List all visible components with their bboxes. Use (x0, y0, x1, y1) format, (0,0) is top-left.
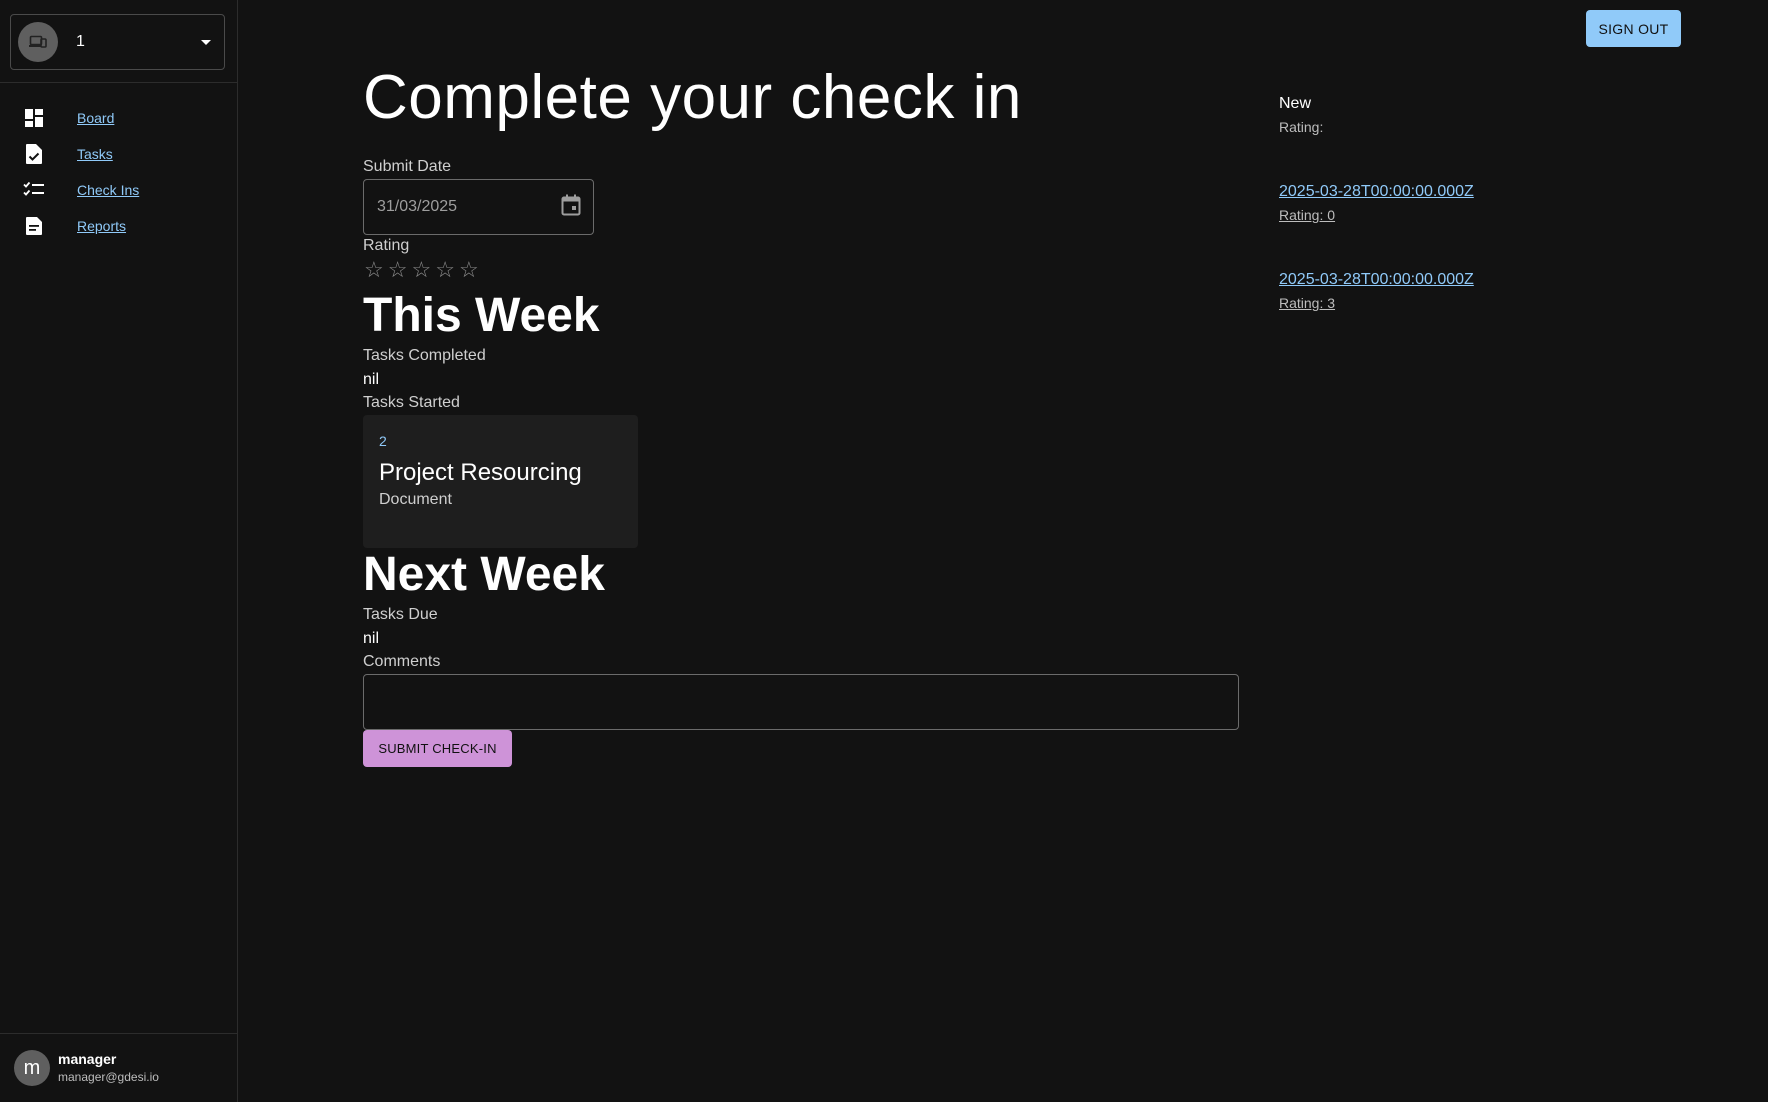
this-week-title: This Week (363, 289, 600, 342)
sidebar-item-check-ins[interactable]: Check Ins (0, 172, 237, 208)
task-id[interactable]: 2 (379, 433, 387, 449)
app-root: 1 Board Tasks Check Ins Reports m manage… (0, 0, 1768, 1102)
page-title: Complete your check in (363, 63, 1022, 132)
submit-date-value: 31/03/2025 (377, 198, 458, 215)
star-icon[interactable]: ☆ (411, 258, 431, 282)
star-icon[interactable]: ☆ (435, 258, 455, 282)
task-type: Document (379, 491, 452, 508)
history-entry-link[interactable]: 2025-03-28T00:00:00.000Z (1279, 271, 1474, 289)
rating-label: Rating (363, 237, 410, 254)
calendar-icon[interactable] (561, 194, 581, 221)
sidebar-nav: Board Tasks Check Ins Reports (0, 100, 237, 244)
sidebar-item-board[interactable]: Board (0, 100, 237, 136)
tasks-due-value: nil (363, 630, 380, 647)
star-icon[interactable]: ☆ (364, 258, 384, 282)
workspace-select[interactable]: 1 (10, 14, 225, 70)
submit-date-input[interactable]: 31/03/2025 (363, 179, 594, 235)
comments-label: Comments (363, 653, 441, 670)
workspace-value: 1 (76, 33, 85, 50)
sign-out-button[interactable]: SIGN OUT (1586, 10, 1681, 47)
sidebar-item-label[interactable]: Check Ins (77, 182, 139, 198)
rating-stars[interactable]: ☆ ☆ ☆ ☆ ☆ (364, 258, 479, 282)
tasks-started-label: Tasks Started (363, 394, 460, 411)
submit-checkin-button[interactable]: SUBMIT CHECK-IN (363, 730, 512, 767)
history-entry-rating[interactable]: Rating: 3 (1279, 295, 1335, 311)
checklist-icon (23, 179, 45, 201)
dashboard-icon (23, 107, 45, 129)
sidebar-divider (0, 82, 237, 83)
submit-date-label: Submit Date (363, 158, 452, 175)
report-icon (23, 215, 45, 237)
tasks-completed-label: Tasks Completed (363, 347, 486, 364)
history-entry-rating: Rating: (1279, 119, 1324, 135)
history-entry-rating[interactable]: Rating: 0 (1279, 207, 1335, 223)
history-entry-link[interactable]: 2025-03-28T00:00:00.000Z (1279, 183, 1474, 201)
user-email: manager@gdesi.io (58, 1070, 159, 1084)
comments-field[interactable] (363, 674, 1239, 730)
user-name: manager (58, 1051, 117, 1067)
sidebar-item-label[interactable]: Tasks (77, 146, 113, 162)
avatar: m (14, 1050, 50, 1086)
sidebar-item-label[interactable]: Board (77, 110, 114, 126)
sidebar-item-reports[interactable]: Reports (0, 208, 237, 244)
tasks-due-label: Tasks Due (363, 606, 438, 623)
sidebar-item-tasks[interactable]: Tasks (0, 136, 237, 172)
user-profile[interactable]: m manager manager@gdesi.io (0, 1033, 237, 1102)
star-icon[interactable]: ☆ (459, 258, 479, 282)
next-week-title: Next Week (363, 548, 605, 601)
dropdown-arrow-icon (201, 39, 211, 45)
task-card[interactable]: 2 Project Resourcing Document (363, 415, 638, 548)
sidebar-item-label[interactable]: Reports (77, 218, 126, 234)
star-icon[interactable]: ☆ (388, 258, 408, 282)
history-entry-title: New (1279, 95, 1312, 112)
task-title: Project Resourcing (379, 459, 582, 486)
devices-icon (18, 22, 58, 62)
sidebar: 1 Board Tasks Check Ins Reports m manage… (0, 0, 238, 1102)
task-icon (23, 143, 45, 165)
tasks-completed-value: nil (363, 371, 380, 388)
user-info: manager manager@gdesi.io (58, 1050, 159, 1086)
